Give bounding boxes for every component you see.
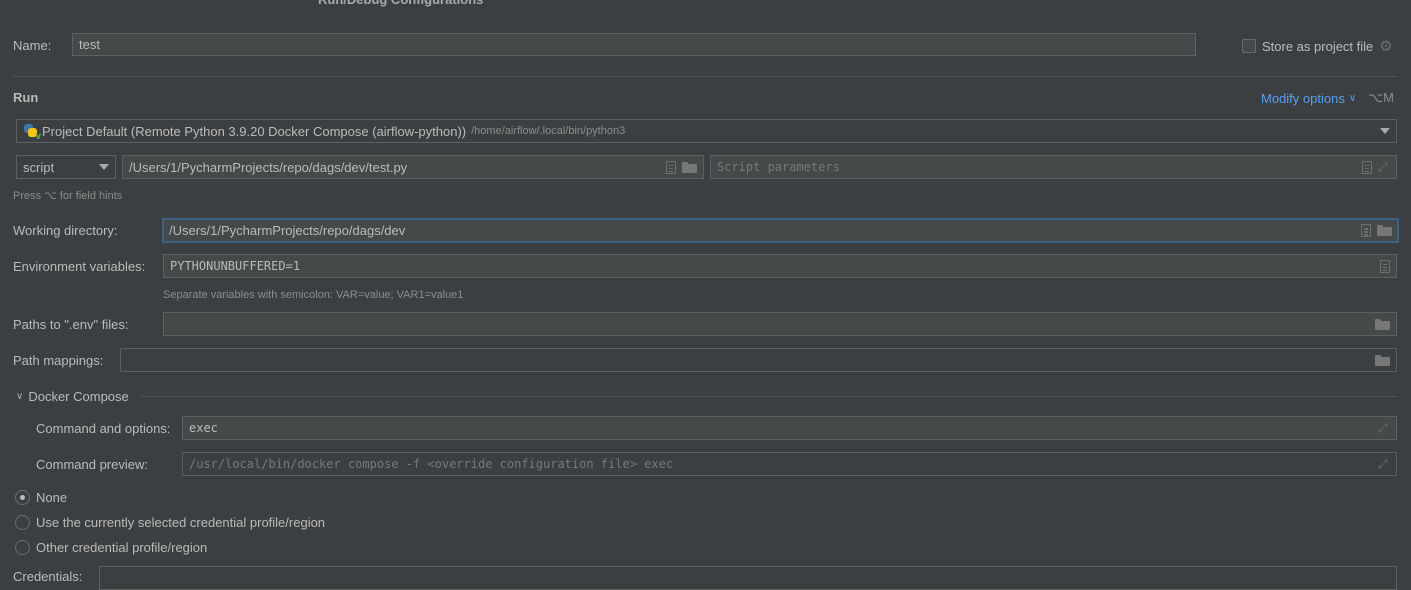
command-options-label: Command and options: <box>36 421 171 436</box>
script-parameters-placeholder: Script parameters <box>717 160 840 174</box>
credential-option-none[interactable]: None <box>15 490 67 505</box>
interpreter-path: /home/airflow/.local/bin/python3 <box>471 125 626 137</box>
document-icon[interactable] <box>666 160 676 174</box>
radio-button[interactable] <box>15 515 30 530</box>
document-icon[interactable] <box>1380 259 1390 273</box>
chevron-down-icon[interactable]: ∨ <box>16 391 23 402</box>
modify-options-button[interactable]: Modify options ∨ ⌥M <box>1261 90 1394 106</box>
credential-option-label: Other credential profile/region <box>36 540 208 555</box>
separator <box>139 396 1398 397</box>
working-directory-value: /Users/1/PycharmProjects/repo/dags/dev <box>169 223 406 238</box>
command-preview-field[interactable]: /usr/local/bin/docker compose -f <overri… <box>182 452 1397 476</box>
modify-options-shortcut: ⌥M <box>1368 90 1394 105</box>
script-parameters-input[interactable]: Script parameters ⤢ <box>710 155 1397 179</box>
environment-variables-input[interactable]: PYTHONUNBUFFERED=1 <box>163 254 1397 278</box>
credentials-select[interactable] <box>99 566 1397 590</box>
docker-compose-title: Docker Compose <box>28 389 129 404</box>
environment-variables-hint: Separate variables with semicolon: VAR=v… <box>163 289 464 301</box>
command-preview-value: /usr/local/bin/docker compose -f <overri… <box>189 457 674 471</box>
document-icon[interactable] <box>1362 160 1372 174</box>
command-options-value: exec <box>189 421 218 435</box>
folder-icon[interactable] <box>682 161 697 173</box>
dialog-title: Run/Debug Configurations <box>318 0 483 7</box>
run-section-title: Run <box>13 90 39 105</box>
document-icon[interactable] <box>1361 224 1371 237</box>
script-path-value: /Users/1/PycharmProjects/repo/dags/dev/t… <box>129 159 408 175</box>
gear-icon[interactable]: ⚙ <box>1379 37 1392 55</box>
script-path-input[interactable]: /Users/1/PycharmProjects/repo/dags/dev/t… <box>122 155 704 179</box>
credential-option-label: Use the currently selected credential pr… <box>36 515 326 530</box>
interpreter-select[interactable]: v Project Default (Remote Python 3.9.20 … <box>16 119 1397 143</box>
radio-button[interactable] <box>15 490 30 505</box>
env-files-label: Paths to ".env" files: <box>13 317 129 332</box>
store-as-project-file-checkbox[interactable] <box>1242 39 1256 53</box>
modify-options-label: Modify options <box>1261 90 1345 106</box>
credentials-label: Credentials: <box>13 569 83 584</box>
store-as-project-file[interactable]: Store as project file ⚙ <box>1242 37 1393 55</box>
target-type-select[interactable]: script <box>16 155 116 179</box>
name-label: Name: <box>13 38 52 53</box>
command-options-input[interactable]: exec ⤢ <box>182 416 1397 440</box>
chevron-down-icon: ∨ <box>1348 92 1357 104</box>
working-directory-input[interactable]: /Users/1/PycharmProjects/repo/dags/dev <box>162 218 1399 243</box>
environment-variables-value: PYTHONUNBUFFERED=1 <box>170 259 301 273</box>
docker-compose-section-header[interactable]: ∨ Docker Compose <box>16 389 1398 404</box>
separator <box>13 76 1398 77</box>
folder-icon[interactable] <box>1375 318 1390 330</box>
folder-icon[interactable] <box>1377 225 1392 236</box>
folder-icon[interactable] <box>1375 354 1390 366</box>
env-files-input[interactable] <box>163 312 1397 336</box>
path-mappings-input[interactable] <box>120 348 1397 372</box>
environment-variables-label: Environment variables: <box>13 259 146 274</box>
store-as-project-file-label: Store as project file <box>1262 38 1374 54</box>
name-value: test <box>79 37 100 52</box>
expand-icon[interactable]: ⤢ <box>1378 422 1390 434</box>
dropdown-arrow-icon <box>1380 128 1390 134</box>
command-preview-label: Command preview: <box>36 457 148 472</box>
dropdown-arrow-icon <box>99 164 109 170</box>
python-icon: v <box>23 123 41 142</box>
credential-option-label: None <box>36 490 68 505</box>
target-type-value: script <box>23 159 55 175</box>
expand-icon[interactable]: ⤢ <box>1378 161 1390 173</box>
field-hint: Press ⌥ for field hints <box>13 190 123 202</box>
interpreter-name: Project Default (Remote Python 3.9.20 Do… <box>42 123 467 139</box>
path-mappings-label: Path mappings: <box>13 353 104 368</box>
expand-icon[interactable]: ⤢ <box>1378 458 1390 470</box>
name-input[interactable]: test <box>72 33 1196 56</box>
radio-button[interactable] <box>15 540 30 555</box>
working-directory-label: Working directory: <box>13 223 118 238</box>
credential-option-current[interactable]: Use the currently selected credential pr… <box>15 515 325 530</box>
credential-option-other[interactable]: Other credential profile/region <box>15 540 207 555</box>
